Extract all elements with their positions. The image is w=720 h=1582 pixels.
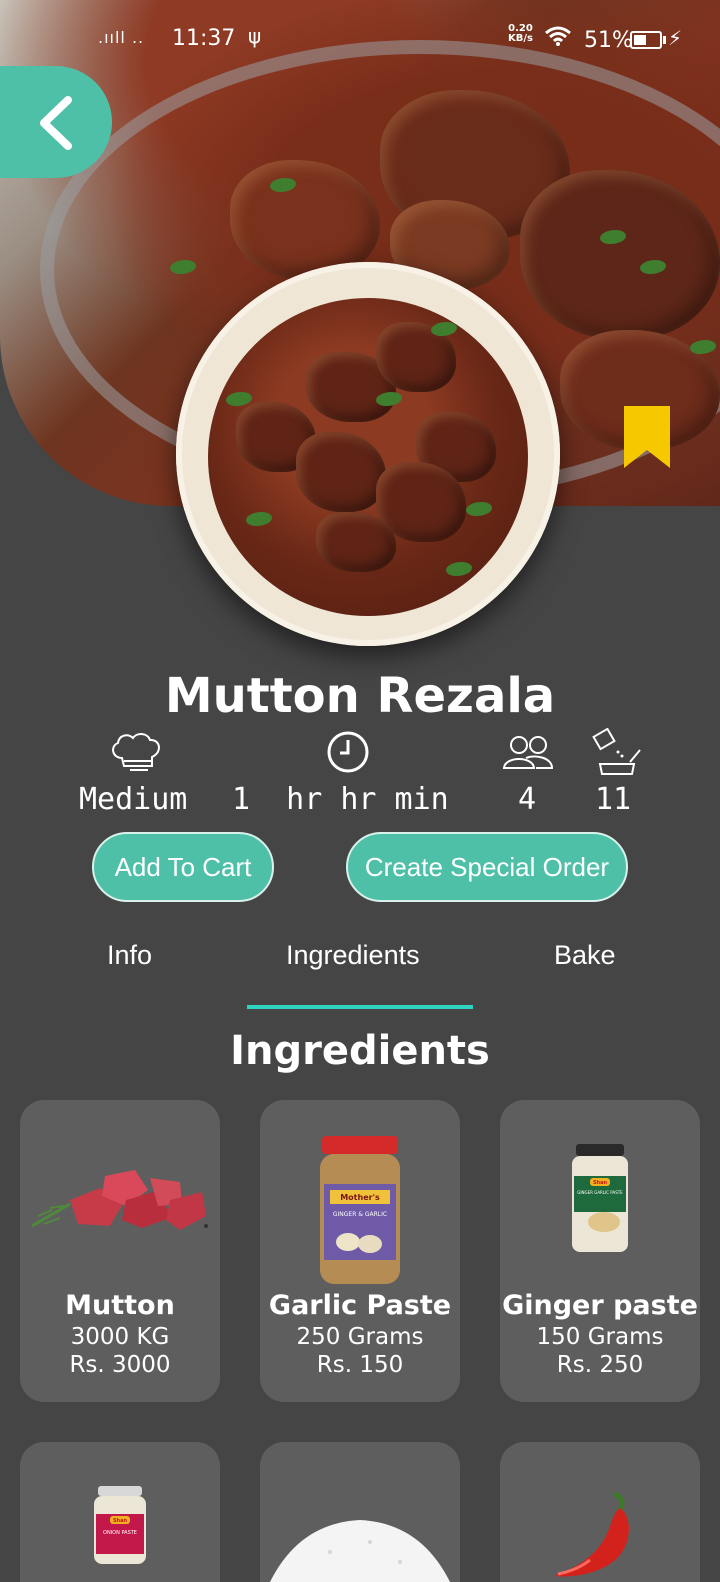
ingredient-name: Mutton bbox=[65, 1290, 175, 1321]
chef-hat-icon bbox=[112, 733, 160, 771]
battery-icon bbox=[630, 31, 666, 49]
ingredient-price: Rs. 250 bbox=[556, 1352, 644, 1378]
status-time: 11:37 bbox=[172, 26, 236, 51]
ingredient-card-ginger-paste[interactable]: Shan GINGER GARLIC PASTE Ginger paste 15… bbox=[500, 1100, 700, 1402]
ginger-product-label: GINGER GARLIC PASTE bbox=[577, 1190, 623, 1195]
ingredient-price: Rs. 3000 bbox=[69, 1352, 171, 1378]
ingredient-card-chili[interactable] bbox=[500, 1442, 700, 1582]
ingredient-card-salt[interactable] bbox=[260, 1442, 460, 1582]
bookmark-icon[interactable] bbox=[624, 406, 670, 468]
chevron-left-icon bbox=[40, 96, 72, 150]
back-button[interactable] bbox=[0, 66, 112, 178]
ginger-paste-jar-image: Shan GINGER GARLIC PASTE bbox=[572, 1144, 628, 1252]
battery-percent: 51% bbox=[584, 28, 633, 53]
ingredient-quantity: 250 Grams bbox=[296, 1324, 424, 1350]
cook-time-value: 1 hr hr min bbox=[232, 782, 449, 817]
red-chili-image bbox=[554, 1491, 629, 1577]
mutton-image bbox=[31, 1170, 208, 1230]
garlic-paste-jar-image: Mother's GINGER & GARLIC bbox=[320, 1136, 400, 1284]
clock-icon bbox=[327, 731, 369, 773]
recipe-title: Mutton Rezala bbox=[164, 668, 556, 724]
add-to-cart-button[interactable]: Add To Cart bbox=[92, 832, 274, 902]
salt-image bbox=[270, 1520, 450, 1582]
create-special-order-button[interactable]: Create Special Order bbox=[346, 832, 628, 902]
status-bar: .ııll .. 11:37 ψ 0.20 KB/s 51% ⚡ bbox=[0, 18, 720, 60]
ingredient-card-mutton[interactable]: Mutton 3000 KG Rs. 3000 bbox=[20, 1100, 220, 1402]
wifi-icon bbox=[545, 26, 571, 51]
ingredient-name: Garlic Paste bbox=[268, 1290, 452, 1321]
tab-ingredients[interactable]: Ingredients bbox=[286, 940, 420, 971]
ginger-brand-label: Shan bbox=[593, 1180, 608, 1186]
ingredient-price: Rs. 150 bbox=[316, 1352, 404, 1378]
usb-icon: ψ bbox=[248, 24, 262, 48]
difficulty-value: Medium bbox=[79, 782, 188, 817]
garlic-brand-label: Mother's bbox=[340, 1193, 380, 1202]
garlic-product-label: GINGER & GARLIC bbox=[333, 1211, 387, 1218]
ingredient-name: Ginger paste bbox=[502, 1290, 698, 1321]
ingredient-quantity: 150 Grams bbox=[536, 1324, 664, 1350]
servings-value: 4 bbox=[518, 782, 537, 817]
ingredient-card-garlic-paste[interactable]: Mother's GINGER & GARLIC Garlic Paste 25… bbox=[260, 1100, 460, 1402]
onion-product-label: ONION PASTE bbox=[103, 1530, 137, 1536]
dish-image bbox=[176, 262, 560, 646]
tab-info[interactable]: Info bbox=[107, 940, 152, 971]
ingredients-pot-icon bbox=[592, 728, 641, 775]
charging-icon: ⚡ bbox=[668, 26, 683, 50]
ingredient-card-onion-paste[interactable]: Shan ONION PASTE bbox=[20, 1442, 220, 1582]
active-tab-indicator bbox=[247, 1005, 473, 1009]
tab-bake[interactable]: Bake bbox=[554, 940, 616, 971]
signal-icon: .ııll .. bbox=[98, 28, 145, 47]
ingredient-quantity: 3000 KG bbox=[70, 1324, 170, 1350]
section-title: Ingredients bbox=[230, 1028, 490, 1074]
onion-paste-jar-image: Shan ONION PASTE bbox=[94, 1486, 146, 1564]
onion-brand-label: Shan bbox=[113, 1518, 128, 1524]
servings-people-icon bbox=[502, 736, 554, 769]
network-speed: 0.20 KB/s bbox=[508, 23, 533, 44]
ingredients-count-value: 11 bbox=[595, 782, 632, 817]
